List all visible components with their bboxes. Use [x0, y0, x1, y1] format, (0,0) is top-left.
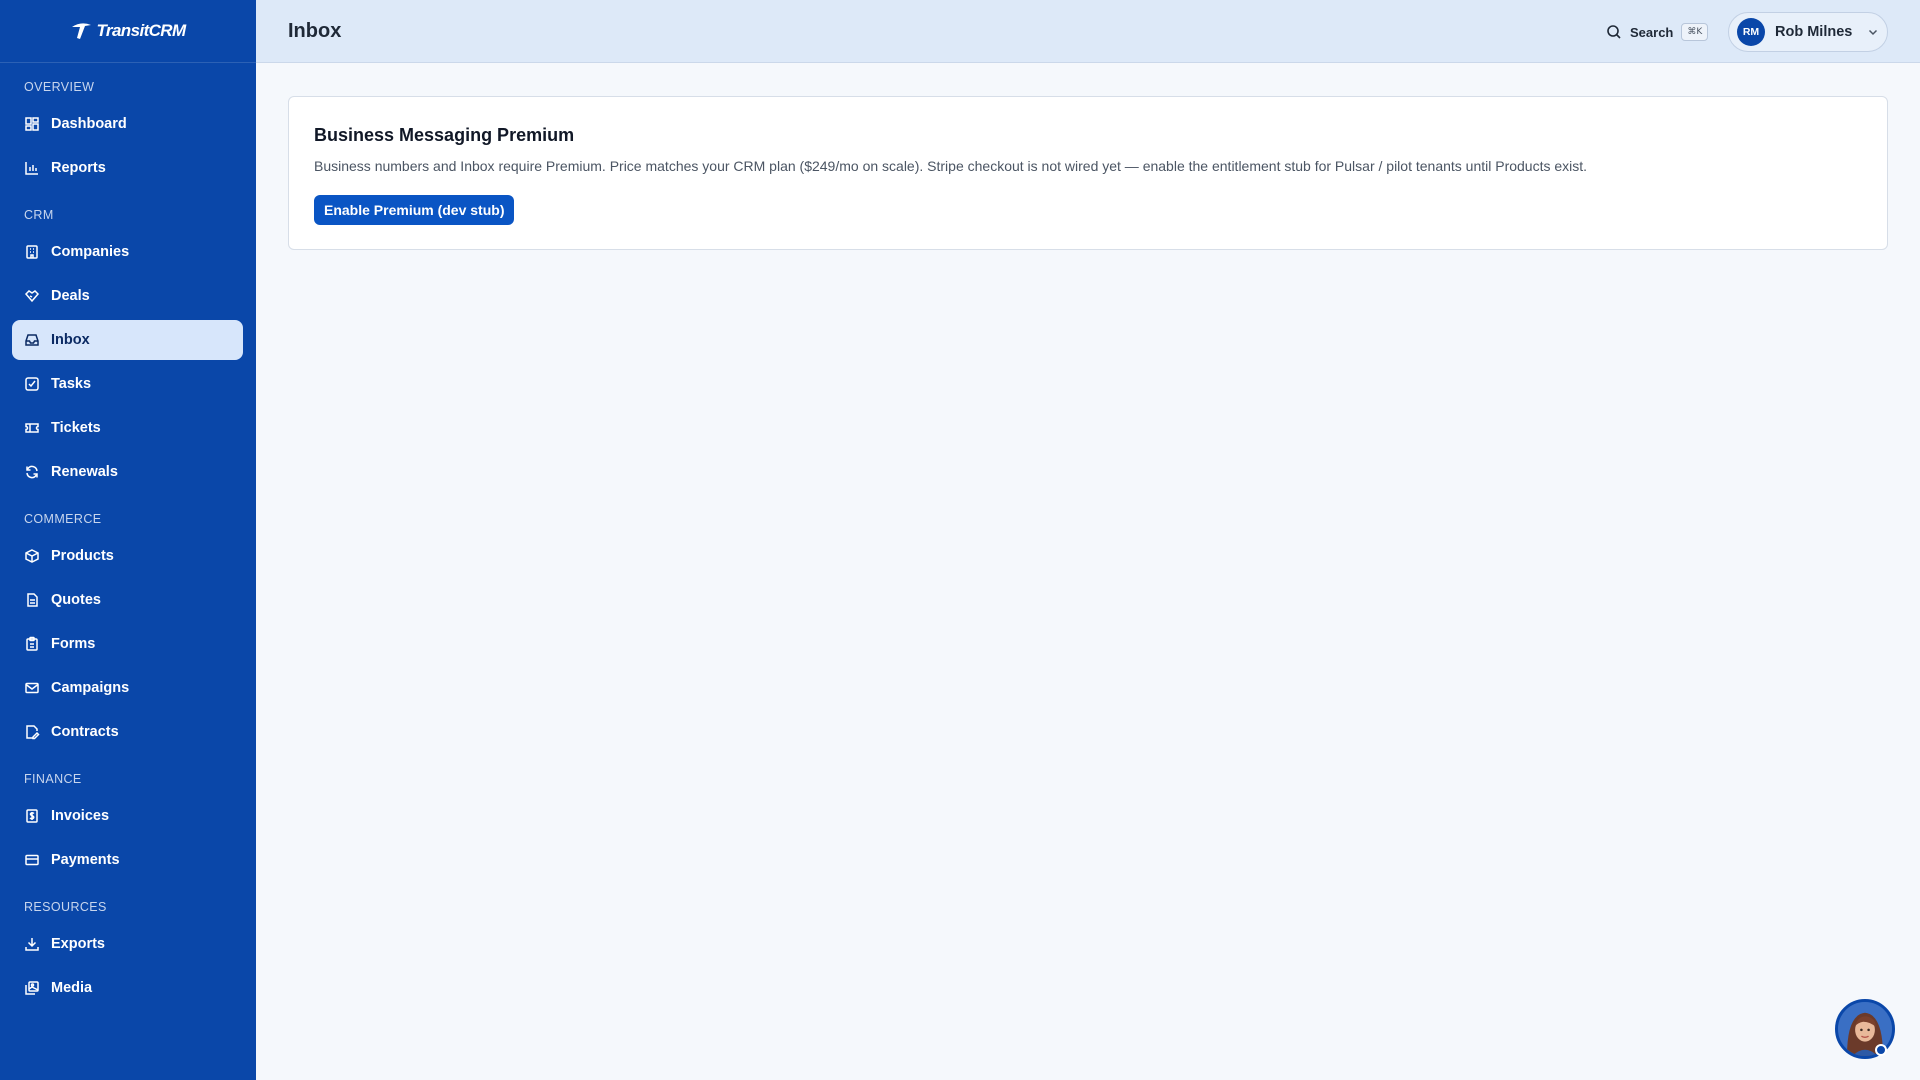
image-stack-icon [25, 981, 39, 995]
download-icon [25, 938, 39, 951]
user-menu-button[interactable]: RM Rob Milnes [1728, 12, 1888, 52]
sidebar-item-campaigns[interactable]: Campaigns [12, 668, 243, 708]
sidebar-item-label: Dashboard [51, 116, 127, 132]
ticket-icon [25, 423, 39, 433]
sidebar-item-invoices[interactable]: Invoices [12, 796, 243, 836]
sidebar-item-contracts[interactable]: Contracts [12, 712, 243, 752]
enable-premium-button[interactable]: Enable Premium (dev stub) [314, 195, 515, 225]
document-icon [27, 593, 38, 607]
page-title: Inbox [288, 20, 342, 42]
sidebar-item-tickets[interactable]: Tickets [12, 408, 243, 448]
nav-heading-finance: FINANCE [24, 772, 82, 786]
sidebar-item-quotes[interactable]: Quotes [12, 580, 243, 620]
assistant-status-dot [1875, 1044, 1887, 1056]
sidebar-item-renewals[interactable]: Renewals [12, 452, 243, 492]
sidebar-item-label: Invoices [51, 808, 110, 824]
building-icon [26, 245, 38, 259]
sidebar-item-label: Media [51, 980, 93, 996]
sidebar-item-reports[interactable]: Reports [12, 148, 243, 188]
sidebar-item-forms[interactable]: Forms [12, 624, 243, 664]
sidebar-item-label: Tickets [51, 420, 101, 436]
sidebar-item-companies[interactable]: Companies [12, 232, 243, 272]
avatar: RM [1737, 18, 1765, 46]
card-description: Business numbers and Inbox require Premi… [314, 158, 1588, 174]
refresh-icon [26, 465, 38, 479]
checkbox-icon [25, 377, 39, 391]
card-title: Business Messaging Premium [314, 125, 575, 145]
sidebar-item-label: Contracts [51, 724, 119, 740]
top-bar: Inbox Search ⌘K RM Rob Milnes [256, 0, 1920, 63]
sidebar-item-exports[interactable]: Exports [12, 924, 243, 964]
package-icon [25, 549, 39, 563]
search-icon [1607, 25, 1621, 39]
sidebar-item-payments[interactable]: Payments [12, 840, 243, 880]
sidebar-item-label: Deals [51, 288, 90, 304]
sidebar-item-label: Exports [51, 936, 105, 952]
sidebar-item-label: Products [51, 548, 114, 564]
nav-heading-overview: OVERVIEW [24, 80, 95, 94]
sidebar-item-deals[interactable]: Deals [12, 276, 243, 316]
file-edit-icon [26, 725, 40, 740]
sidebar-item-label: Payments [51, 852, 120, 868]
sidebar-item-label: Forms [51, 636, 96, 652]
sidebar-item-label: Reports [51, 160, 106, 176]
nav-heading-commerce: COMMERCE [24, 512, 102, 526]
search-shortcut-badge: ⌘K [1681, 23, 1709, 41]
inbox-icon [25, 334, 39, 346]
dashboard-grid-icon [25, 117, 39, 131]
sidebar-item-label: Quotes [51, 592, 101, 608]
sidebar-item-dashboard[interactable]: Dashboard [12, 104, 243, 144]
sidebar-item-label: Campaigns [51, 680, 130, 696]
mail-icon [25, 682, 39, 694]
premium-upsell-card: Business Messaging Premium Business numb… [288, 96, 1888, 250]
nav-heading-resources: RESOURCES [24, 900, 107, 914]
user-name: Rob Milnes [1775, 24, 1853, 40]
nav-heading-crm: CRM [24, 208, 54, 222]
search-label: Search [1630, 24, 1674, 40]
sidebar-item-label: Tasks [51, 376, 92, 392]
clipboard-icon [26, 636, 38, 651]
search-button[interactable]: Search ⌘K [1606, 20, 1709, 44]
brand-logo-icon [72, 23, 92, 39]
sidebar: TransitCRM OVERVIEW Dashboard Reports CR… [0, 0, 256, 1080]
sidebar-item-products[interactable]: Products [12, 536, 243, 576]
chevron-down-icon [1869, 29, 1878, 36]
sidebar-item-tasks[interactable]: Tasks [12, 364, 243, 404]
brand-logo[interactable]: TransitCRM [0, 0, 256, 63]
receipt-icon [26, 809, 38, 823]
sidebar-item-label: Companies [51, 244, 130, 260]
sidebar-item-label: Inbox [51, 332, 90, 348]
sidebar-item-label: Renewals [51, 464, 118, 480]
bar-chart-icon [25, 162, 38, 175]
sidebar-item-media[interactable]: Media [12, 968, 243, 1008]
sidebar-item-inbox[interactable]: Inbox [12, 320, 243, 360]
credit-card-icon [25, 854, 39, 866]
brand-name: TransitCRM [96, 21, 186, 40]
handshake-icon [24, 290, 40, 303]
